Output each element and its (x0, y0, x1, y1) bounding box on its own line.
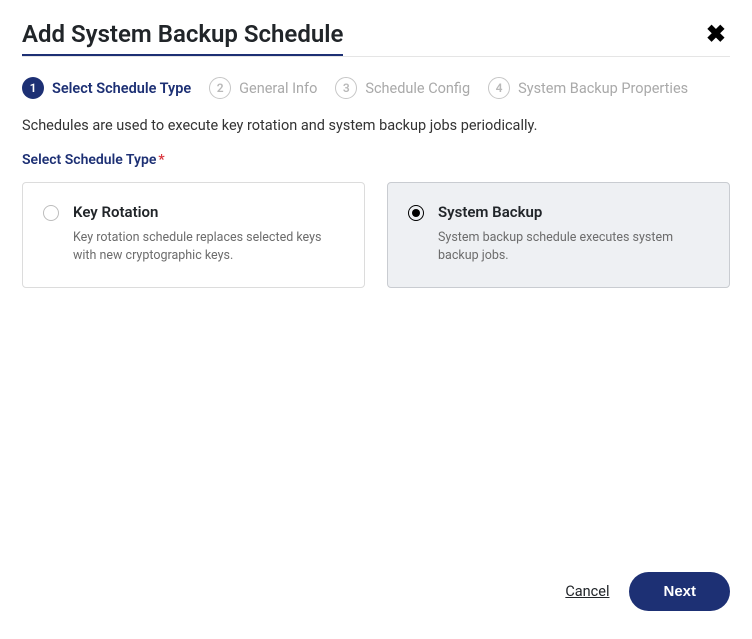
radio-icon (43, 205, 59, 221)
option-desc: Key rotation schedule replaces selected … (73, 229, 344, 265)
step-general-info[interactable]: 2 General Info (209, 77, 317, 99)
wizard-stepper: 1 Select Schedule Type 2 General Info 3 … (22, 77, 730, 99)
option-title: System Backup (438, 203, 709, 221)
step-label: Schedule Config (365, 80, 470, 97)
schedule-type-options: Key Rotation Key rotation schedule repla… (22, 182, 730, 288)
dialog-title: Add System Backup Schedule (22, 20, 343, 57)
dialog-header: Add System Backup Schedule ✖ (22, 20, 730, 57)
step-number: 4 (488, 77, 510, 99)
step-number: 1 (22, 77, 44, 99)
add-schedule-dialog: Add System Backup Schedule ✖ 1 Select Sc… (0, 0, 752, 639)
step-schedule-config[interactable]: 3 Schedule Config (335, 77, 470, 99)
option-body: Key Rotation Key rotation schedule repla… (73, 203, 344, 265)
close-icon[interactable]: ✖ (706, 20, 730, 46)
option-title: Key Rotation (73, 203, 344, 221)
wizard-description: Schedules are used to execute key rotati… (22, 117, 730, 134)
step-label: System Backup Properties (518, 80, 688, 97)
step-label: Select Schedule Type (52, 80, 191, 97)
header-divider (22, 56, 730, 57)
step-number: 2 (209, 77, 231, 99)
option-key-rotation[interactable]: Key Rotation Key rotation schedule repla… (22, 182, 365, 288)
step-system-backup-properties[interactable]: 4 System Backup Properties (488, 77, 688, 99)
cancel-button[interactable]: Cancel (565, 583, 609, 600)
next-button[interactable]: Next (629, 572, 730, 611)
schedule-type-field-label: Select Schedule Type* (22, 152, 730, 168)
step-label: General Info (239, 80, 317, 97)
option-desc: System backup schedule executes system b… (438, 229, 709, 265)
option-system-backup[interactable]: System Backup System backup schedule exe… (387, 182, 730, 288)
step-number: 3 (335, 77, 357, 99)
option-body: System Backup System backup schedule exe… (438, 203, 709, 265)
required-indicator: * (158, 152, 164, 168)
radio-icon (408, 205, 424, 221)
field-label-text: Select Schedule Type (22, 152, 156, 168)
dialog-footer: Cancel Next (22, 572, 730, 619)
step-select-schedule-type[interactable]: 1 Select Schedule Type (22, 77, 191, 99)
